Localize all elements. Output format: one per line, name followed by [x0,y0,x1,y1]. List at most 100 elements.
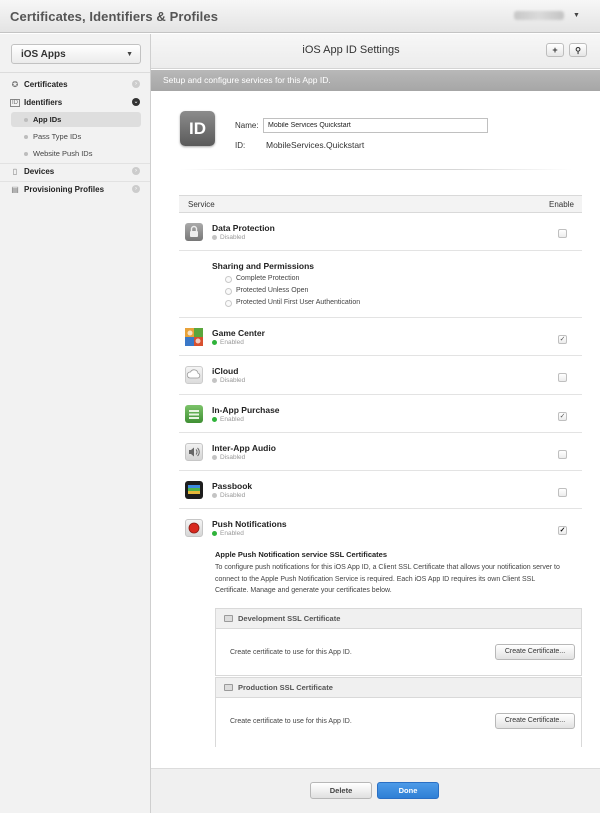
service-name: Push Notifications [212,519,287,529]
push-notification-icon [185,519,203,537]
service-row-inter-app-audio: Inter-App Audio Disabled [179,433,582,471]
app-id-icon: ID [180,111,215,146]
radio-label: Protected Until First User Authenticatio… [236,299,361,306]
sidebar-item-label: Provisioning Profiles [24,185,105,194]
radio-button[interactable] [225,300,232,307]
chevron-down-icon: ⌄ [132,98,140,106]
sidebar-item-devices[interactable]: ▯ Devices › [0,164,150,180]
add-button[interactable]: + [546,43,564,57]
chevron-right-icon: › [132,167,140,175]
enable-checkbox-game-center[interactable]: ✓ [558,335,567,344]
name-label: Name: [235,121,259,130]
subtitle-bar: Setup and configure services for this Ap… [151,70,600,91]
service-name: iCloud [212,366,239,376]
status-dot-enabled [212,417,217,422]
service-row-icloud: iCloud Disabled [179,356,582,395]
service-name: Passbook [212,481,253,491]
service-row-in-app-purchase: In-App Purchase Enabled ✓ [179,395,582,433]
development-certificate-header: Development SSL Certificate [216,609,581,629]
chevron-down-icon: ▼ [126,51,133,58]
radio-button[interactable] [225,276,232,283]
sidebar: iOS Apps ▼ ✪ Certificates › ID Identifie… [0,34,151,813]
lock-icon [185,223,203,241]
radio-button[interactable] [225,288,232,295]
service-name: In-App Purchase [212,405,280,415]
chevron-right-icon: › [132,185,140,193]
search-button[interactable]: ⚲ [569,43,587,57]
bullet-icon [24,118,28,122]
sidebar-subitem-pass-type-ids[interactable]: Pass Type IDs [11,129,141,144]
page-title: iOS App ID Settings [302,44,400,56]
service-name: Inter-App Audio [212,443,276,453]
production-certificate-text: Create certificate to use for this App I… [230,718,352,725]
status-dot-enabled [212,531,217,536]
platform-select[interactable]: iOS Apps ▼ [11,44,141,64]
done-button[interactable]: Done [377,782,439,799]
service-row-game-center: Game Center Enabled ✓ [179,318,582,356]
page-subtitle: Setup and configure services for this Ap… [163,75,331,85]
enable-checkbox-passbook[interactable] [558,488,567,497]
sidebar-divider [0,72,150,73]
status-dot-enabled [212,340,217,345]
certificate-icon [224,684,233,691]
sidebar-item-label: Identifiers [24,98,63,107]
create-development-certificate-button[interactable]: Create Certificate... [495,644,575,660]
enable-checkbox-inter-app-audio[interactable] [558,450,567,459]
service-status: Disabled [220,234,246,241]
id-card-icon: ID [10,99,20,107]
sharing-permissions-block: Sharing and Permissions Complete Protect… [179,251,582,318]
service-status: Disabled [220,377,246,384]
profile-document-icon: ▤ [11,185,19,194]
sidebar-subitem-website-push-ids[interactable]: Website Push IDs [11,146,141,161]
status-dot-disabled [212,493,217,498]
cloud-icon [185,366,203,384]
service-status: Disabled [220,492,246,499]
sidebar-item-identifiers[interactable]: ID Identifiers ⌄ [0,95,150,111]
search-icon: ⚲ [575,46,581,55]
create-production-certificate-button[interactable]: Create Certificate... [495,713,575,729]
id-label: ID: [235,141,246,150]
game-center-icon [185,328,203,346]
enable-column-header: Enable [549,200,574,209]
sidebar-item-certificates[interactable]: ✪ Certificates › [0,77,150,93]
chevron-right-icon: › [132,80,140,88]
development-certificate-text: Create certificate to use for this App I… [230,649,352,656]
bullet-icon [24,152,28,156]
service-status: Disabled [220,454,246,461]
main-panel: iOS App ID Settings + ⚲ Setup and config… [151,34,600,813]
service-name: Data Protection [212,223,275,233]
id-value: MobileServices.Quickstart [266,140,365,150]
passbook-icon [185,481,203,499]
services-table-header: Service Enable [179,195,582,213]
account-caret-icon[interactable]: ▼ [573,12,580,19]
production-certificate-title: Production SSL Certificate [238,683,333,692]
device-icon: ▯ [12,167,18,176]
account-name-blurred[interactable] [514,11,564,20]
sidebar-subitem-label: Website Push IDs [33,149,93,158]
enable-checkbox-push-notifications[interactable]: ✓ [558,526,567,535]
app-title: Certificates, Identifiers & Profiles [10,9,219,24]
name-field[interactable] [263,118,488,133]
sidebar-item-provisioning-profiles[interactable]: ▤ Provisioning Profiles › [0,182,150,198]
enable-checkbox-data-protection[interactable] [558,229,567,238]
service-row-push-notifications: Push Notifications Enabled ✓ [179,509,582,549]
divider [180,169,572,170]
service-row-data-protection: Data Protection Disabled [179,213,582,251]
top-header: Certificates, Identifiers & Profiles ▼ [0,0,600,33]
enable-checkbox-icloud[interactable] [558,373,567,382]
status-dot-disabled [212,235,217,240]
delete-button[interactable]: Delete [310,782,372,799]
enable-checkbox-in-app-purchase[interactable]: ✓ [558,412,567,421]
footer-bar: Delete Done [151,768,600,813]
development-certificate-title: Development SSL Certificate [238,614,341,623]
main-header: iOS App ID Settings + ⚲ [151,34,600,69]
apns-title: Apple Push Notification service SSL Cert… [215,550,387,559]
service-status: Enabled [220,530,244,537]
sidebar-item-label: Certificates [24,80,68,89]
development-certificate-panel: Development SSL Certificate Create certi… [215,608,582,676]
service-column-header: Service [188,200,215,209]
status-dot-disabled [212,378,217,383]
sidebar-subitem-app-ids[interactable]: App IDs [11,112,141,127]
bullet-icon [24,135,28,139]
sidebar-subitem-label: App IDs [33,115,62,124]
